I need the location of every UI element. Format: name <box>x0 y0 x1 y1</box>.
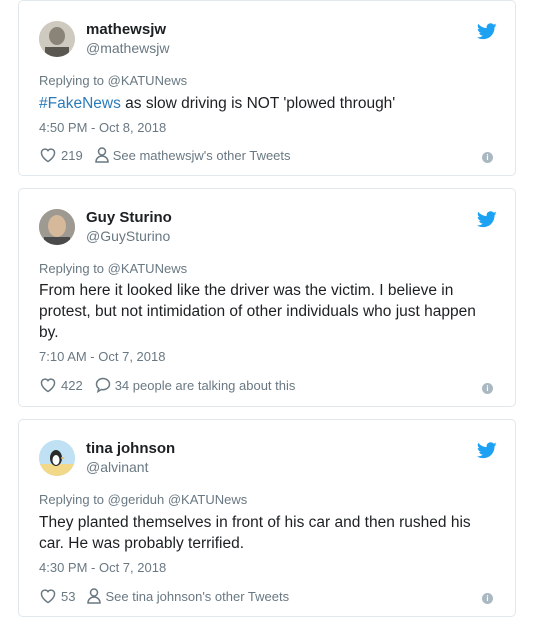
comment-icon <box>95 377 110 393</box>
info-icon[interactable]: i <box>482 383 493 394</box>
action-bar: 219 See mathewsjw's other Tweets <box>39 147 303 163</box>
tweet-card: Guy Sturino @GuySturino Replying to @KAT… <box>18 188 516 407</box>
tweet-card: tina johnson @alvinant Replying to @geri… <box>18 419 516 617</box>
info-icon[interactable]: i <box>482 152 493 163</box>
profile-link[interactable]: See tina johnson's other Tweets <box>87 588 289 604</box>
tweet-text: They planted themselves in front of his … <box>39 514 471 552</box>
profile-link[interactable]: See mathewsjw's other Tweets <box>94 147 291 163</box>
action-text: 34 people are talking about this <box>114 377 296 393</box>
reply-prefix: Replying to <box>39 492 105 507</box>
like-button[interactable]: 422 <box>39 377 83 393</box>
action-bar: 422 34 people are talking about this <box>39 377 307 393</box>
author-handle[interactable]: @alvinant <box>86 459 148 475</box>
author-handle[interactable]: @mathewsjw <box>86 40 169 56</box>
person-icon <box>87 588 102 604</box>
author-name[interactable]: Guy Sturino <box>86 209 172 226</box>
timestamp[interactable]: 4:30 PM - Oct 7, 2018 <box>39 560 166 575</box>
twitter-bird-icon[interactable] <box>477 23 497 40</box>
like-count: 53 <box>61 588 76 604</box>
like-button[interactable]: 219 <box>39 147 83 163</box>
reply-context: Replying to @KATUNews <box>39 261 187 276</box>
tweet-text: #FakeNews as slow driving is NOT 'plowed… <box>39 93 494 114</box>
avatar[interactable] <box>39 440 75 476</box>
timestamp[interactable]: 7:10 AM - Oct 7, 2018 <box>39 349 165 364</box>
reply-prefix: Replying to <box>39 261 105 276</box>
like-count: 219 <box>61 147 83 163</box>
author-name[interactable]: mathewsjw <box>86 21 166 38</box>
action-text: See tina johnson's other Tweets <box>105 588 290 604</box>
person-icon <box>94 147 109 163</box>
conversation-link[interactable]: 34 people are talking about this <box>95 377 296 393</box>
tweet-card: mathewsjw @mathewsjw Replying to @KATUNe… <box>18 0 516 176</box>
tweet-body: as slow driving is NOT 'plowed through' <box>120 95 396 112</box>
avatar[interactable] <box>39 209 75 245</box>
like-button[interactable]: 53 <box>39 588 75 604</box>
author-name[interactable]: tina johnson <box>86 440 175 457</box>
timestamp[interactable]: 4:50 PM - Oct 8, 2018 <box>39 120 166 135</box>
reply-to-link[interactable]: @KATUNews <box>108 73 187 88</box>
reply-to-link[interactable]: @KATUNews <box>108 261 187 276</box>
reply-context: Replying to @geriduh @KATUNews <box>39 492 247 507</box>
info-icon[interactable]: i <box>482 593 493 604</box>
twitter-bird-icon[interactable] <box>477 211 497 228</box>
heart-icon <box>40 148 56 163</box>
reply-context: Replying to @KATUNews <box>39 73 187 88</box>
action-bar: 53 See tina johnson's other Tweets <box>39 588 301 604</box>
reply-prefix: Replying to <box>39 73 105 88</box>
heart-icon <box>40 589 56 604</box>
tweet-text: From here it looked like the driver was … <box>39 282 476 341</box>
reply-to-link[interactable]: @geriduh @KATUNews <box>108 492 248 507</box>
heart-icon <box>40 378 56 393</box>
like-count: 422 <box>61 377 83 393</box>
twitter-bird-icon[interactable] <box>477 442 497 459</box>
author-handle[interactable]: @GuySturino <box>86 228 170 244</box>
hashtag-link[interactable]: #FakeNews <box>39 95 121 112</box>
avatar[interactable] <box>39 21 75 57</box>
action-text: See mathewsjw's other Tweets <box>112 147 291 163</box>
